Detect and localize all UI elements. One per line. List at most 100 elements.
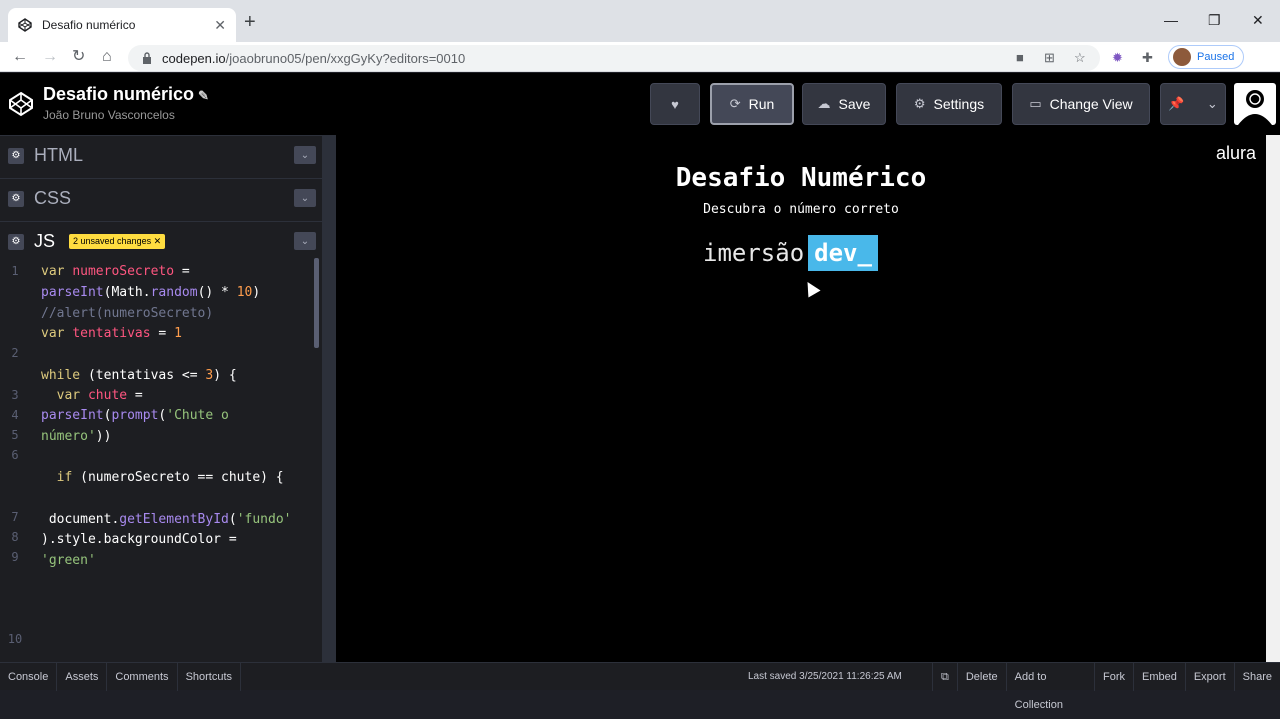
html-panel-header[interactable]: ⚙ HTML ⌄ [0, 135, 322, 175]
pen-title[interactable]: Desafio numérico ✎ [43, 84, 209, 105]
pen-author[interactable]: João Bruno Vasconcelos [43, 108, 175, 122]
html-panel-label: HTML [34, 145, 83, 165]
window-close-icon[interactable]: ✕ [1252, 12, 1264, 29]
css-settings-icon[interactable]: ⚙ [8, 190, 24, 207]
code-line: 'green' [41, 553, 96, 568]
bookmark-star-icon[interactable]: ☆ [1074, 50, 1086, 66]
tab-title: Desafio numérico [42, 18, 136, 32]
pin-button[interactable]: 📌 ⌄ [1160, 83, 1226, 125]
share-button[interactable]: Share [1233, 663, 1280, 691]
css-panel-header[interactable]: ⚙ CSS ⌄ [0, 178, 322, 218]
settings-label: Settings [933, 96, 985, 112]
minimize-icon[interactable]: — [1164, 12, 1178, 28]
line-number: 6 [11, 448, 19, 462]
line-number: 5 [11, 428, 19, 442]
profile-avatar [1173, 48, 1191, 66]
restore-icon[interactable]: ❐ [1208, 12, 1221, 29]
profile-status: Paused [1197, 51, 1235, 63]
code-line: var chute = [56, 388, 143, 403]
save-button[interactable]: ☁ Save [802, 83, 886, 125]
mouse-cursor-icon [801, 278, 821, 298]
url-path: /joaobruno05/pen/xxgGyKy?editors=0010 [225, 50, 466, 66]
line-number: 7 [11, 510, 19, 524]
console-button[interactable]: Console [0, 662, 58, 691]
code-line: while (tentativas <= 3) { [41, 368, 237, 383]
gear-icon: ⚙ [913, 96, 926, 111]
codepen-logo-icon[interactable] [8, 91, 34, 117]
codepen-icon [18, 18, 32, 32]
line-number: 10 [7, 632, 23, 646]
js-settings-icon[interactable]: ⚙ [8, 233, 24, 250]
browser-tabbar: Desafio numérico ✕ + — ❐ ✕ [0, 0, 1280, 42]
reload-icon[interactable]: ↻ [72, 47, 85, 67]
preview-subtitle: Descubra o número correto [703, 202, 899, 217]
pin-icon: 📌 [1168, 96, 1185, 111]
unsaved-changes-text: 2 unsaved changes [73, 236, 152, 246]
love-button[interactable]: ♥ [650, 83, 700, 125]
js-panel-label: JS [34, 231, 56, 251]
line-number: 8 [11, 530, 19, 544]
line-number: 2 [11, 346, 19, 360]
comments-button[interactable]: Comments [107, 662, 178, 691]
heart-icon: ♥ [671, 96, 679, 112]
user-avatar[interactable] [1234, 83, 1276, 125]
fork-button[interactable]: Fork [1093, 663, 1133, 691]
preview-pane: alura Desafio Numérico Descubra o número… [336, 135, 1266, 662]
run-button[interactable]: ⟳ Run [710, 83, 794, 125]
settings-button[interactable]: ⚙ Settings [896, 83, 1002, 125]
open-external-icon[interactable]: ⧉ [932, 663, 957, 691]
brand-word-1: imersão [703, 239, 805, 267]
change-view-button[interactable]: ▭ Change View [1012, 83, 1150, 125]
shortcuts-button[interactable]: Shortcuts [178, 662, 242, 691]
extension-gear-icon[interactable]: ✹ [1112, 50, 1123, 66]
run-label: Run [748, 96, 775, 112]
js-panel-header[interactable]: ⚙ JS 2 unsaved changes ✕ ⌄ [0, 221, 322, 261]
codepen-footer: Console Assets Comments Shortcuts Last s… [0, 662, 1280, 711]
chevron-down-icon[interactable]: ⌄ [294, 232, 316, 250]
editor-resizer[interactable] [322, 135, 336, 662]
camera-icon[interactable]: ■ [1016, 50, 1024, 65]
assets-button[interactable]: Assets [57, 662, 108, 691]
preview-scrollbar[interactable] [1266, 135, 1280, 662]
codepen-header: Desafio numérico ✎ João Bruno Vasconcelos… [0, 73, 1280, 135]
browser-tab[interactable]: Desafio numérico ✕ [8, 8, 236, 42]
line-number: 9 [11, 550, 19, 564]
brand-word-2: dev_ [808, 235, 878, 271]
code-line: var tentativas = 1 [41, 326, 182, 341]
home-icon[interactable]: ⌂ [102, 47, 112, 67]
tab-close-icon[interactable]: ✕ [214, 17, 226, 34]
translate-icon[interactable]: ⊞ [1044, 50, 1055, 66]
chevron-down-icon[interactable]: ⌄ [1207, 96, 1218, 112]
unsaved-changes-badge[interactable]: 2 unsaved changes ✕ [69, 234, 166, 249]
editor-area: ⚙ HTML ⌄ ⚙ CSS ⌄ ⚙ JS 2 unsaved changes … [0, 135, 336, 662]
change-view-label: Change View [1049, 96, 1133, 112]
last-saved-text: Last saved 3/25/2021 11:26:25 AM [748, 671, 902, 682]
chevron-down-icon[interactable]: ⌄ [294, 189, 316, 207]
delete-button[interactable]: Delete [956, 663, 1006, 691]
code-line: if (numeroSecreto == chute) { [56, 470, 284, 485]
code-line: document.getElementById('fundo' [41, 512, 292, 527]
add-to-collection-button[interactable]: Add to Collection [1005, 663, 1094, 711]
url-input[interactable]: codepen.io/joaobruno05/pen/xxgGyKy?edito… [128, 45, 1100, 71]
new-tab-button[interactable]: + [244, 12, 256, 32]
code-scrollbar[interactable] [314, 258, 319, 348]
line-number: 4 [11, 408, 19, 422]
html-settings-icon[interactable]: ⚙ [8, 147, 24, 164]
profile-button[interactable]: Paused [1168, 45, 1244, 69]
url-host: codepen.io [162, 50, 226, 66]
code-line: //alert(numeroSecreto) [41, 306, 214, 321]
export-button[interactable]: Export [1184, 663, 1234, 691]
pen-title-text: Desafio numérico [43, 84, 195, 104]
edit-pencil-icon[interactable]: ✎ [198, 88, 209, 103]
embed-button[interactable]: Embed [1132, 663, 1185, 691]
preview-title: Desafio Numérico [675, 163, 927, 193]
back-icon[interactable]: ← [12, 47, 28, 67]
chevron-down-icon[interactable]: ⌄ [294, 146, 316, 164]
forward-icon[interactable]: → [42, 47, 58, 67]
code-line: parseInt(prompt('Chute o [41, 408, 229, 423]
js-code-editor[interactable]: 1 2 3 4 5 6 7 8 9 10 var numeroSecreto =… [0, 258, 322, 662]
extensions-puzzle-icon[interactable]: ✚ [1142, 50, 1153, 66]
line-number: 1 [11, 264, 19, 278]
address-bar: ← → ↻ ⌂ codepen.io/joaobruno05/pen/xxgGy… [0, 42, 1280, 108]
layout-icon: ▭ [1029, 96, 1042, 111]
